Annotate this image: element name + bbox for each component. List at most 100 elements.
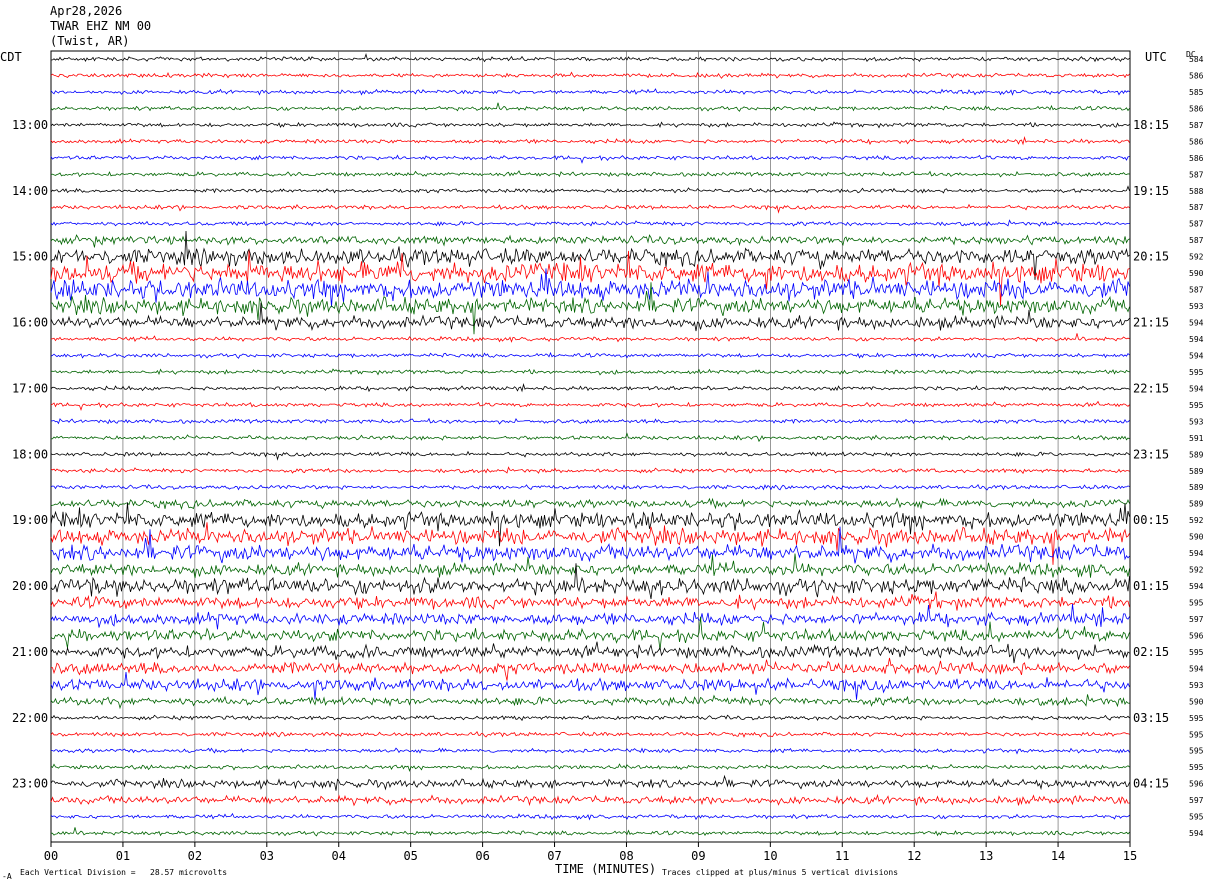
dc-offset-label: 591 — [1189, 434, 1204, 443]
dc-offset-label: 595 — [1189, 648, 1204, 657]
x-tick-label: 01 — [116, 849, 130, 863]
seismic-trace — [50, 53, 1130, 63]
left-hour-label: 19:00 — [12, 513, 48, 527]
dc-offset-label: 589 — [1189, 500, 1204, 509]
dc-offset-label: 587 — [1189, 203, 1204, 212]
seismic-trace — [50, 714, 1130, 722]
seismic-trace — [50, 466, 1130, 475]
right-hour-label: 02:15 — [1133, 645, 1169, 659]
dc-offset-label: 595 — [1189, 368, 1204, 377]
clip-note: Traces clipped at plus/minus 5 vertical … — [662, 868, 899, 877]
left-hour-label: 16:00 — [12, 316, 48, 330]
x-tick-label: 14 — [1051, 849, 1065, 863]
footer-marker: -A — [2, 872, 12, 881]
dc-offset-label: 587 — [1189, 121, 1204, 130]
seismogram-chart: 584 586 585 586 587 586 586 587 588 587 587 587 592 5… — [12, 50, 1204, 863]
x-axis-title: TIME (MINUTES) — [555, 862, 657, 876]
right-hour-label: 00:15 — [1133, 513, 1169, 527]
seismic-trace — [50, 154, 1130, 164]
seismic-trace — [50, 417, 1130, 425]
dc-offset-label: 592 — [1189, 253, 1204, 262]
dc-offset-label: 589 — [1189, 483, 1204, 492]
seismic-trace — [50, 641, 1130, 664]
dc-offset-label: 586 — [1189, 71, 1204, 80]
dc-offset-label: 587 — [1189, 170, 1204, 179]
dc-offset-label: 590 — [1189, 697, 1204, 706]
dc-offset-label: 594 — [1189, 335, 1204, 344]
right-hour-label: 23:15 — [1133, 447, 1169, 461]
x-tick-label: 07 — [547, 849, 561, 863]
seismic-trace — [50, 333, 1130, 343]
dc-offset-label: 587 — [1189, 286, 1204, 295]
x-tick-label: 11 — [835, 849, 849, 863]
dc-offset-label: 594 — [1189, 351, 1204, 360]
x-tick-label: 12 — [907, 849, 921, 863]
left-hour-label: 23:00 — [12, 777, 48, 791]
dc-offset-label: 586 — [1189, 154, 1204, 163]
right-hour-label: 21:15 — [1133, 316, 1169, 330]
scale-note: Each Vertical Division = 28.57 microvolt… — [20, 868, 228, 877]
right-hour-label: 03:15 — [1133, 711, 1169, 725]
x-tick-label: 02 — [188, 849, 202, 863]
left-hour-label: 15:00 — [12, 250, 48, 264]
dc-offset-label: 590 — [1189, 533, 1204, 542]
seismic-trace — [50, 774, 1130, 791]
right-hour-label: 22:15 — [1133, 381, 1169, 395]
seismic-trace — [50, 672, 1130, 700]
dc-offset-label: 593 — [1189, 302, 1204, 311]
seismic-trace — [50, 812, 1130, 821]
seismic-trace — [50, 730, 1130, 738]
seismic-trace — [50, 497, 1130, 511]
seismic-trace — [50, 793, 1130, 807]
right-hour-label: 20:15 — [1133, 250, 1169, 264]
dc-offset-label: 585 — [1189, 88, 1204, 97]
dc-offset-label: 595 — [1189, 763, 1204, 772]
left-hour-label: 14:00 — [12, 184, 48, 198]
right-hour-label: 18:15 — [1133, 118, 1169, 132]
x-tick-label: 08 — [619, 849, 633, 863]
left-hour-label: 13:00 — [12, 118, 48, 132]
dc-offset-label: 589 — [1189, 450, 1204, 459]
seismic-trace — [50, 203, 1130, 214]
x-tick-label: 03 — [260, 849, 274, 863]
left-hour-label: 20:00 — [12, 579, 48, 593]
dc-offset-label: 593 — [1189, 681, 1204, 690]
right-hour-label: 04:15 — [1133, 777, 1169, 791]
dc-offset-label: 596 — [1189, 780, 1204, 789]
dc-offset-label: 594 — [1189, 664, 1204, 673]
seismic-trace — [50, 591, 1130, 611]
dc-offset-label: 594 — [1189, 319, 1204, 328]
seismic-trace — [50, 400, 1130, 412]
dc-offset-label: 595 — [1189, 730, 1204, 739]
dc-offset-label: 594 — [1189, 582, 1204, 591]
seismic-trace — [50, 121, 1130, 129]
dc-offset-label: 597 — [1189, 796, 1204, 805]
seismic-trace — [50, 71, 1130, 79]
right-hour-label: 19:15 — [1133, 184, 1169, 198]
dc-offset-label: 590 — [1189, 269, 1204, 278]
seismic-trace — [50, 102, 1130, 112]
dc-offset-label: 595 — [1189, 401, 1204, 410]
seismic-trace — [50, 383, 1130, 393]
dc-offset-label: 594 — [1189, 549, 1204, 558]
dc-offset-label: 592 — [1189, 516, 1204, 525]
dc-offset-label: 587 — [1189, 220, 1204, 229]
seismic-trace — [50, 234, 1130, 248]
dc-offset-label: 589 — [1189, 467, 1204, 476]
x-tick-label: 04 — [332, 849, 346, 863]
dc-offset-label: 586 — [1189, 137, 1204, 146]
seismic-trace — [50, 368, 1130, 376]
dc-offset-label: 594 — [1189, 829, 1204, 838]
seismic-trace — [51, 657, 1130, 681]
dc-offset-label: 595 — [1189, 813, 1204, 822]
dc-offset-label: 594 — [1189, 384, 1204, 393]
seismic-trace — [50, 450, 1130, 461]
seismic-trace — [50, 502, 1130, 547]
x-tick-label: 13 — [979, 849, 993, 863]
x-tick-label: 15 — [1123, 849, 1137, 863]
dc-offset-label: 586 — [1189, 104, 1204, 113]
dc-offset-label: 592 — [1189, 566, 1204, 575]
seismic-trace — [50, 763, 1130, 772]
x-tick-label: 00 — [44, 849, 58, 863]
dc-offset-label: 584 — [1189, 55, 1204, 64]
